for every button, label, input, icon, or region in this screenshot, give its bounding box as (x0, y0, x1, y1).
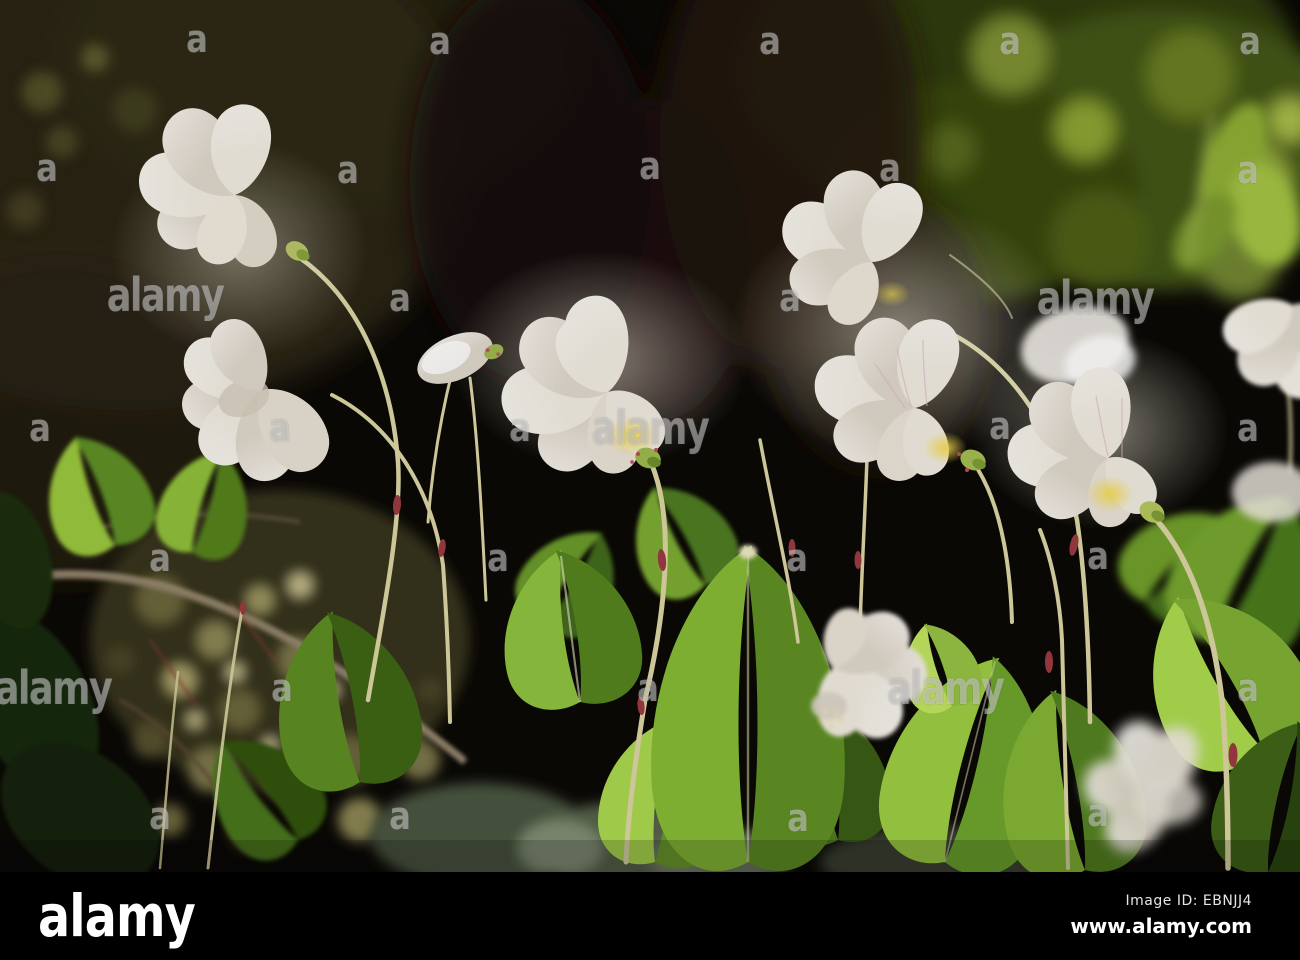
image-meta: Image ID: EBNJJ4 www.alamy.com (1070, 893, 1252, 939)
alamy-url-text: www.alamy.com (1070, 913, 1252, 938)
wood-sorrel-photo (0, 0, 1300, 872)
photo-area: alamy alamy alamy alamy alamy a a a a a a a a a a a a a a a… (0, 0, 1300, 872)
alamy-logo: alamy (38, 882, 196, 950)
footer-bar: alamy Image ID: EBNJJ4 www.alamy.com (0, 872, 1300, 960)
stock-photo-page: alamy alamy alamy alamy alamy a a a a a a a a a a a a a a a… (0, 0, 1300, 960)
image-id-text: Image ID: EBNJJ4 (1125, 893, 1252, 910)
